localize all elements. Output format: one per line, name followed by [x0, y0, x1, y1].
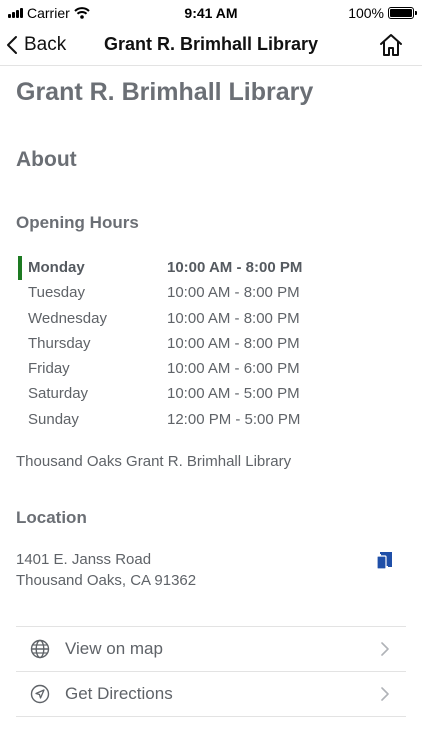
hours-day: Monday: [28, 259, 85, 276]
opening-hours-heading: Opening Hours: [16, 213, 139, 232]
status-bar: Carrier 9:41 AM 100%: [0, 0, 422, 26]
hours-row-thursday: Thursday 10:00 AM - 8:00 PM: [16, 332, 406, 357]
battery-percent: 100%: [348, 5, 384, 21]
hours-day: Sunday: [28, 410, 79, 428]
status-bar-right: 100%: [348, 5, 422, 21]
home-icon[interactable]: [378, 32, 404, 58]
hours-time: 10:00 AM - 8:00 PM: [167, 309, 300, 327]
get-directions-button[interactable]: Get Directions: [16, 671, 406, 717]
navigation-arrow-icon: [30, 684, 50, 704]
today-marker: [18, 256, 22, 280]
hours-row-friday: Friday 10:00 AM - 6:00 PM: [16, 357, 406, 382]
hours-time: 10:00 AM - 8:00 PM: [167, 284, 300, 302]
wifi-icon: [74, 7, 90, 19]
carrier-label: Carrier: [27, 5, 70, 21]
hours-day: Saturday: [28, 385, 89, 403]
hours-time: 10:00 AM - 5:00 PM: [167, 385, 300, 403]
location-actions: View on map Get Directions: [16, 626, 406, 717]
back-label: Back: [24, 34, 67, 55]
hours-time: 12:00 PM - 5:00 PM: [167, 410, 301, 428]
hours-day: Tuesday: [28, 284, 85, 302]
battery-icon: [388, 7, 417, 19]
address-line-2: Thousand Oaks, CA 91362: [16, 572, 197, 589]
library-full-name: Thousand Oaks Grant R. Brimhall Library: [16, 453, 292, 470]
hours-day: Wednesday: [28, 309, 107, 327]
hours-time: 10:00 AM - 8:00 PM: [167, 334, 300, 352]
chevron-right-icon: [381, 687, 389, 701]
page-title: Grant R. Brimhall Library: [16, 78, 314, 106]
hours-day: Thursday: [28, 334, 91, 352]
view-on-map-label: View on map: [65, 639, 163, 658]
hours-row-sunday: Sunday 12:00 PM - 5:00 PM: [16, 408, 406, 433]
address: 1401 E. Janss Road Thousand Oaks, CA 913…: [16, 549, 196, 591]
about-heading: About: [16, 148, 77, 171]
navigation-bar: Back Grant R. Brimhall Library: [0, 26, 422, 66]
hours-time: 10:00 AM - 6:00 PM: [167, 360, 300, 378]
chevron-right-icon: [381, 642, 389, 656]
hours-row-tuesday: Tuesday 10:00 AM - 8:00 PM: [16, 281, 406, 306]
copy-icon[interactable]: [376, 552, 392, 570]
view-on-map-button[interactable]: View on map: [16, 626, 406, 671]
get-directions-label: Get Directions: [65, 684, 173, 703]
hours-row-monday: Monday 10:00 AM - 8:00 PM: [16, 256, 406, 281]
hours-day: Friday: [28, 360, 70, 378]
globe-icon: [30, 639, 50, 659]
signal-icon: [8, 8, 23, 18]
location-heading: Location: [16, 508, 87, 527]
chevron-left-icon: [7, 36, 17, 54]
hours-row-wednesday: Wednesday 10:00 AM - 8:00 PM: [16, 307, 406, 332]
hours-row-saturday: Saturday 10:00 AM - 5:00 PM: [16, 382, 406, 407]
address-line-1: 1401 E. Janss Road: [16, 551, 152, 568]
opening-hours-table: Monday 10:00 AM - 8:00 PM Tuesday 10:00 …: [16, 256, 406, 433]
status-bar-left: Carrier: [0, 5, 90, 21]
back-button[interactable]: Back: [6, 30, 66, 60]
hours-time: 10:00 AM - 8:00 PM: [167, 259, 303, 276]
